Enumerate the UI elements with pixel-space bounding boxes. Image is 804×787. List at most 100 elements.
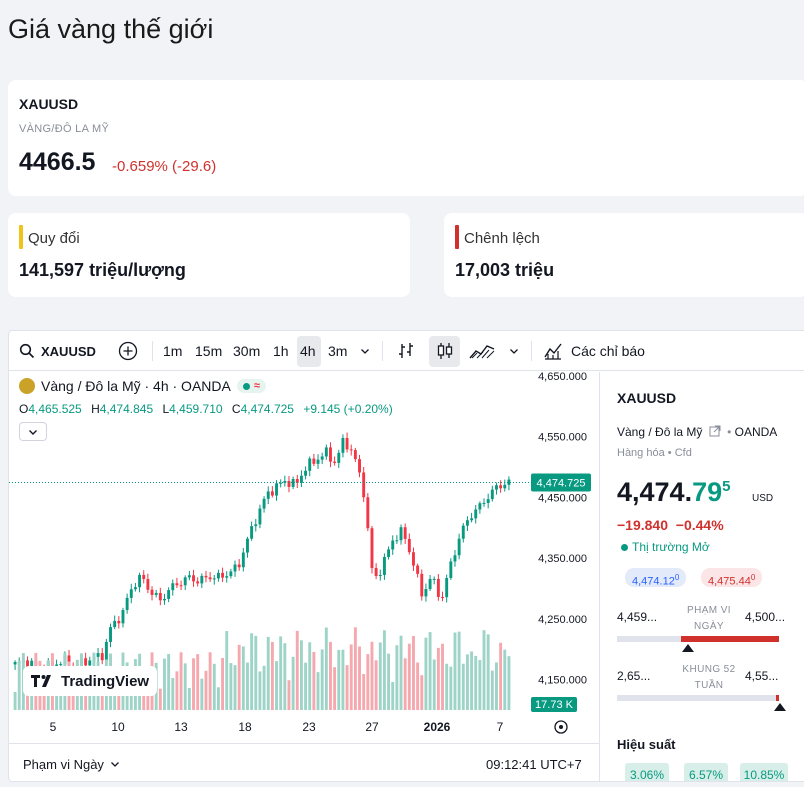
candle-body (391, 540, 395, 550)
candle-body (387, 549, 391, 557)
price-chart[interactable]: 4,650.000 4,550.000 4,450.000 4,350.000 4,25… (9, 372, 599, 742)
interval-30m[interactable]: 30m (233, 331, 260, 371)
details-category-row: Hàng hóa • Cfd (617, 447, 692, 459)
range-selector[interactable]: Phạm vi Ngày (23, 744, 120, 781)
bid-superscript: 0 (674, 573, 680, 582)
candle-body (88, 660, 92, 666)
candle-body (133, 587, 137, 590)
candle-body (233, 564, 237, 572)
volume-bar (312, 651, 316, 710)
interval-4h[interactable]: 4h (300, 331, 316, 371)
legend-collapse-button[interactable] (19, 422, 47, 441)
page-title: Giá vàng thế giới (8, 14, 214, 44)
external-link-icon[interactable] (709, 425, 721, 437)
candle-body (179, 585, 183, 587)
candle-body (258, 508, 262, 525)
volume-bar (204, 670, 208, 710)
tradingview-logo[interactable]: TradingView (23, 666, 158, 696)
chart-legend-title: Vàng / Đô la Mỹ · 4h · OANDA ≈ (19, 378, 266, 394)
day-range-marker-icon (682, 644, 694, 652)
volume-bar (316, 672, 320, 710)
volume-bar (432, 659, 436, 710)
date-tick-label: 5 (50, 720, 57, 734)
area-style-button[interactable] (469, 331, 495, 371)
candle-style-button[interactable] (435, 331, 455, 371)
chevron-down-icon (110, 762, 119, 767)
search-icon (19, 343, 35, 359)
price-tick-label: 4,350.000 (538, 553, 587, 565)
candle-style-icon (437, 343, 453, 359)
chart-clock: 09:12:41 UTC+7 (486, 756, 582, 772)
volume-bar (445, 663, 449, 710)
price-tick-label: 4,650.000 (538, 372, 587, 383)
day-range-fill (681, 636, 779, 642)
candle-body (341, 437, 345, 453)
dot-separator: • (667, 447, 672, 459)
candle-body (113, 620, 117, 628)
volume-bar (499, 642, 503, 710)
candle-body (374, 568, 378, 576)
indicators-button[interactable]: Các chỉ báo (543, 331, 645, 371)
candle-body (208, 577, 212, 580)
volume-bar (17, 660, 21, 710)
candle-body (416, 565, 420, 574)
market-open-dot-icon (621, 544, 628, 551)
candle-body (167, 590, 171, 599)
bid-badge: 4,474.120 (625, 568, 687, 588)
candle-body (478, 503, 482, 510)
legend-title: Vàng / Đô la Mỹ · 4h · OANDA (41, 378, 231, 394)
week52-low: 2,65... (617, 669, 651, 683)
volume-bar (478, 660, 482, 710)
volume-bar (449, 666, 453, 710)
candle-body (270, 491, 274, 496)
interval-3m[interactable]: 3m (328, 331, 347, 371)
quote-subtitle: VÀNG/ĐÔ LA MỸ (19, 123, 110, 135)
volume-bar (308, 642, 312, 710)
quote-change: -0.659% (-29.6) (112, 158, 217, 175)
candle-body (254, 524, 258, 527)
candle-body (275, 483, 278, 496)
week52-range-track (617, 695, 779, 701)
bar-style-button[interactable] (397, 331, 415, 371)
interval-1h[interactable]: 1h (273, 331, 289, 371)
volume-bar (250, 633, 254, 710)
range-label: Phạm vi Ngày (23, 756, 104, 772)
candle-body (287, 481, 291, 487)
close-value: 4,474.725 (240, 402, 294, 416)
candle-body (449, 561, 453, 578)
interval-15m[interactable]: 15m (195, 331, 222, 371)
high-value: 4,474.845 (99, 402, 154, 416)
volume-bar (262, 665, 266, 710)
candle-body (246, 538, 249, 553)
volume-bar (366, 654, 370, 710)
quote-price: 4466.5 (19, 148, 96, 176)
symbol-search-button[interactable]: XAUUSD (19, 331, 96, 371)
volume-bar (304, 662, 308, 710)
candle-body (486, 499, 490, 503)
volume-bar (187, 687, 191, 710)
chart-style-dropdown[interactable] (509, 331, 519, 371)
date-tick-label: 10 (111, 720, 125, 734)
candle-body (490, 489, 494, 500)
volume-bar (420, 675, 424, 710)
toolbar-divider (152, 341, 153, 361)
candle-body (366, 497, 370, 529)
candle-body (96, 653, 100, 657)
compare-button[interactable] (118, 331, 138, 371)
volume-bar (353, 627, 357, 710)
candle-body (312, 458, 316, 464)
volume-bar (465, 654, 469, 710)
candle-body (349, 449, 353, 451)
details-name[interactable]: Vàng / Đô la Mỹ (617, 425, 702, 439)
candle-body (129, 589, 133, 598)
open-key: O (19, 402, 29, 416)
volume-bar (208, 652, 212, 710)
interval-1m[interactable]: 1m (163, 331, 182, 371)
interval-dropdown[interactable] (360, 331, 370, 371)
ask-superscript: 0 (750, 573, 756, 582)
performance-3m: 10.85% (740, 763, 788, 781)
candle-body (378, 574, 382, 576)
candle-body (163, 598, 166, 601)
candle-body (291, 479, 295, 487)
candle-body (441, 596, 444, 598)
